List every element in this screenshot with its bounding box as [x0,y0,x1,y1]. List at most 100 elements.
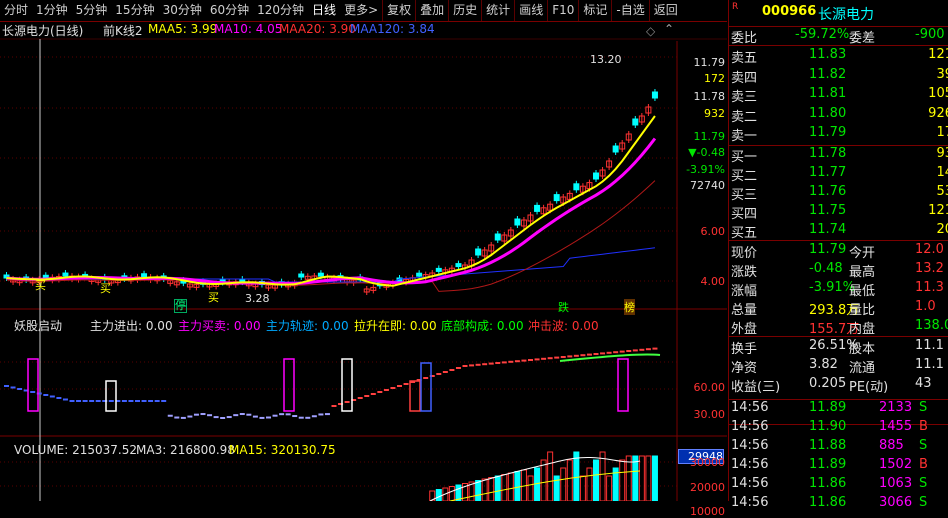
stock-name: 长源电力 [818,7,874,23]
buy-price: 11.75 [809,203,847,218]
volume-bar [619,459,626,501]
toolbar-item-10[interactable]: 叠加 [415,0,448,21]
buy-volume: 93 [936,146,948,161]
tick-time: 14:56 [731,476,769,491]
y-label-price3: 11.79 [693,130,726,143]
stat-label: 现价 [731,246,758,261]
toolbar-item-12[interactable]: 统计 [481,0,514,21]
volume-bar [638,455,645,501]
sell-label: 卖一 [731,129,758,144]
toolbar-item-11[interactable]: 历史 [448,0,481,21]
volume-bar [475,480,482,501]
volume-bar [606,475,613,501]
stat2-label-2: PE(动) [849,380,889,395]
weicha-value: -900 [915,27,945,42]
sell-label: 卖五 [731,51,758,66]
kline-chart-svg[interactable] [0,21,727,501]
buy-label: 买五 [731,226,758,241]
indicator-box [420,362,432,412]
y-label-change-pct: -3.91% [686,163,725,176]
toolbar-item-13[interactable]: 画线 [514,0,547,21]
volume-bar [501,474,508,501]
toolbar-item-1[interactable]: 1分钟 [32,0,72,21]
tick-time: 14:56 [731,438,769,453]
stat-label-2: 最低 [849,284,876,299]
sell-price: 11.79 [809,125,847,140]
r-icon: R [732,2,739,12]
y-label-change: ▼-0.48 [688,146,725,159]
toolbar-item-15[interactable]: 标记 [578,0,611,21]
sell-volume: 39 [936,66,948,82]
diamond-icon[interactable]: ◇ [646,24,655,38]
volume-bar [494,475,501,501]
stat-value-2: 138.07 [915,318,948,333]
stock-code: 000966 [762,4,817,19]
volume-bar [632,455,639,501]
volume-bar [651,455,658,501]
indicator-item-2: 主力轨迹: 0.00 [266,319,349,333]
toolbar-item-8[interactable]: 更多> [340,0,382,21]
stat-label: 涨幅 [731,284,758,299]
stat2-value-2: 11.1 [915,338,944,353]
toolbar-item-6[interactable]: 120分钟 [253,0,308,21]
candle-body [573,183,580,191]
tick-volume: 1455 [879,419,913,434]
chart-panel[interactable]: 长源电力(日线) 前K线2 MAA5: 3.99 MA10: 4.05 MAA2… [0,21,727,518]
buy-price: 11.77 [809,165,847,180]
stat2-label: 净资 [731,361,758,376]
volume-ma3: MA3: 216800.98 [136,443,235,457]
tick-time: 14:56 [731,400,769,415]
volume-bar [514,471,521,501]
volume-bar [435,489,442,501]
candle-body [494,233,501,241]
toolbar-item-16[interactable]: -自选 [611,0,648,21]
tick-price: 11.86 [809,495,847,510]
indicator-box [341,358,353,412]
low-price-marker: 3.28 [245,292,270,305]
stat-label-2: 内盘 [849,322,876,337]
indicator-name[interactable]: 妖股启动 [14,317,62,334]
tick-bs: S [919,400,928,415]
chart-title: 长源电力(日线) [2,24,84,38]
volume-y-30000: 30000 [690,456,725,469]
toolbar-item-14[interactable]: F10 [547,0,578,21]
indicator-item-0: 主力进出: 0.00 [90,319,173,333]
toolbar-item-0[interactable]: 分时 [0,0,32,21]
tick-time: 14:56 [731,495,769,510]
chevron-up-icon[interactable]: ⌃ [664,22,674,36]
toolbar-item-3[interactable]: 15分钟 [111,0,158,21]
sell-label: 卖二 [731,109,758,125]
buy-volume: 53 [936,184,948,199]
candle-body [514,218,521,226]
weicha-label: 委差 [849,31,876,46]
volume-bar [547,451,554,501]
sell-volume: 926 [928,105,948,121]
toolbar-item-9[interactable]: 复权 [382,0,415,21]
candle-body [298,273,305,278]
stat-label: 涨跌 [731,265,758,280]
buy-label: 买一 [731,150,758,165]
toolbar-item-5[interactable]: 60分钟 [206,0,253,21]
high-price-marker: 13.20 [590,53,622,66]
tick-price: 11.89 [809,400,847,415]
tick-volume: 1502 [879,457,913,472]
toolbar-item-7[interactable]: 日线 [308,0,340,21]
stat2-value: 3.82 [809,357,838,372]
toolbar-item-4[interactable]: 30分钟 [159,0,206,21]
sell-volume: 105 [928,86,948,101]
toolbar-item-2[interactable]: 5分钟 [72,0,112,21]
chart-type-label[interactable]: 前K线2 [103,22,143,39]
buy-price: 11.74 [809,222,847,237]
toolbar-item-17[interactable]: 返回 [648,0,682,21]
ma10-line [6,137,657,286]
candle-body [416,272,423,277]
y-label-6: 6.00 [700,225,726,238]
maa5-label: MAA5: 3.99 [148,22,218,36]
candle-body [534,204,541,212]
volume-bar [507,472,514,501]
volume-bar [586,467,593,501]
weibi-value: -59.72% [795,27,850,42]
buy-volume: 14 [936,165,948,180]
tick-bs: S [919,476,928,491]
stat-label: 外盘 [731,322,758,337]
